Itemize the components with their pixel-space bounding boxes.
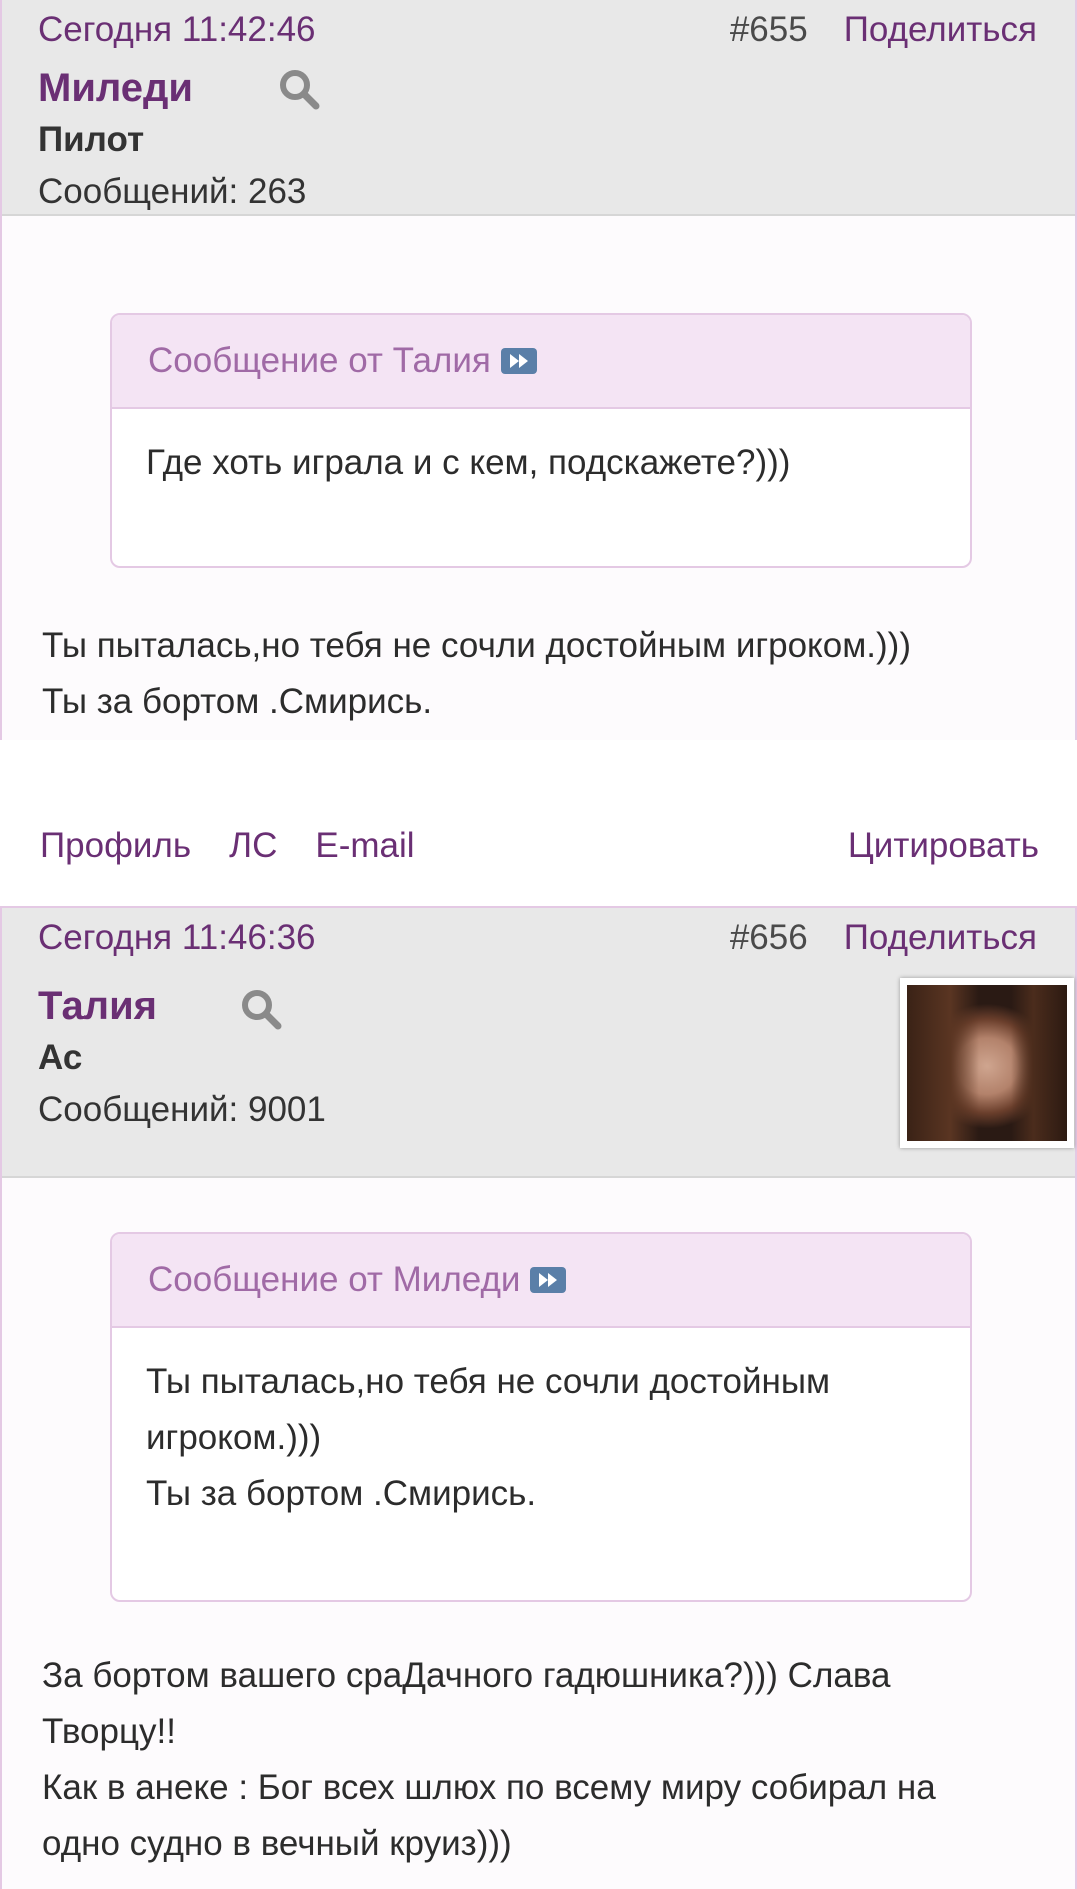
quote-author: Сообщение от Миледи bbox=[148, 1260, 521, 1299]
share-link[interactable]: Поделиться bbox=[844, 918, 1037, 958]
post-meta: Сегодня 11:42:46 #655 Поделиться bbox=[38, 10, 1037, 50]
post-text-line: За бортом вашего сраДачного гадюшника?))… bbox=[42, 1656, 891, 1695]
quote-body: Где хоть играла и с кем, подскажете?))) bbox=[112, 409, 970, 491]
post-number[interactable]: #656 bbox=[730, 918, 808, 958]
quote-header: Сообщение от Миледи bbox=[112, 1234, 970, 1328]
post-header: Сегодня 11:42:46 #655 Поделиться Миледи … bbox=[2, 0, 1075, 216]
post-655: Сегодня 11:42:46 #655 Поделиться Миледи … bbox=[0, 0, 1077, 740]
share-link[interactable]: Поделиться bbox=[844, 10, 1037, 50]
author-name[interactable]: Миледи bbox=[38, 66, 193, 111]
post-date: Сегодня 11:46:36 bbox=[38, 918, 316, 957]
quote-header: Сообщение от Талия bbox=[112, 315, 970, 409]
profile-link[interactable]: Профиль bbox=[40, 826, 191, 866]
quote-block: Сообщение от Миледи Ты пыталась,но тебя … bbox=[110, 1232, 972, 1602]
quote-line: игроком.))) bbox=[146, 1418, 322, 1457]
post-number[interactable]: #655 bbox=[730, 10, 808, 50]
goto-post-icon[interactable] bbox=[500, 348, 537, 374]
quote-line: Ты за бортом .Смирись. bbox=[146, 1474, 537, 1513]
post-divider bbox=[0, 886, 1077, 906]
quote-line: Где хоть играла и с кем, подскажете?))) bbox=[146, 443, 791, 482]
quote-line: Ты пыталась,но тебя не сочли достойным bbox=[146, 1362, 831, 1401]
avatar[interactable] bbox=[900, 978, 1074, 1148]
avatar-hair bbox=[907, 985, 979, 1141]
avatar-image bbox=[907, 985, 1067, 1141]
email-link[interactable]: E-mail bbox=[315, 826, 414, 866]
author-rank: Ас bbox=[38, 1038, 83, 1077]
post-656: Сегодня 11:46:36 #656 Поделиться Талия А… bbox=[0, 906, 1077, 1889]
search-icon[interactable] bbox=[240, 988, 282, 1030]
post-date: Сегодня 11:42:46 bbox=[38, 10, 316, 49]
search-icon[interactable] bbox=[278, 68, 320, 110]
message-count: Сообщений: 263 bbox=[38, 172, 307, 211]
post-header: Сегодня 11:46:36 #656 Поделиться Талия А… bbox=[2, 908, 1075, 1178]
avatar-hair bbox=[1011, 985, 1067, 1141]
post-text: За бортом вашего сраДачного гадюшника?))… bbox=[42, 1648, 1035, 1872]
post-text-line: Ты пыталась,но тебя не сочли достойным и… bbox=[42, 626, 911, 665]
post-text-line: Творцу!! bbox=[42, 1712, 176, 1751]
post-text-line: Как в анеке : Бог всех шлюх по всему мир… bbox=[42, 1768, 936, 1807]
message-count: Сообщений: 9001 bbox=[38, 1090, 326, 1129]
quote-button[interactable]: Цитировать bbox=[848, 826, 1039, 866]
quote-block: Сообщение от Талия Где хоть играла и с к… bbox=[110, 313, 972, 568]
post-text-line: одно судно в вечный круиз))) bbox=[42, 1824, 512, 1863]
author-name[interactable]: Талия bbox=[38, 984, 157, 1029]
pm-link[interactable]: ЛС bbox=[229, 826, 277, 866]
post-text-line: Ты за бортом .Смирись. bbox=[42, 682, 433, 721]
goto-post-icon[interactable] bbox=[530, 1267, 567, 1293]
author-rank: Пилот bbox=[38, 120, 145, 159]
post-footer: Профиль ЛС E-mail Цитировать bbox=[40, 824, 1039, 868]
post-meta: Сегодня 11:46:36 #656 Поделиться bbox=[38, 918, 1037, 958]
post-text: Ты пыталась,но тебя не сочли достойным и… bbox=[42, 618, 1035, 730]
quote-body: Ты пыталась,но тебя не сочли достойным и… bbox=[112, 1328, 970, 1522]
quote-author: Сообщение от Талия bbox=[148, 341, 491, 380]
